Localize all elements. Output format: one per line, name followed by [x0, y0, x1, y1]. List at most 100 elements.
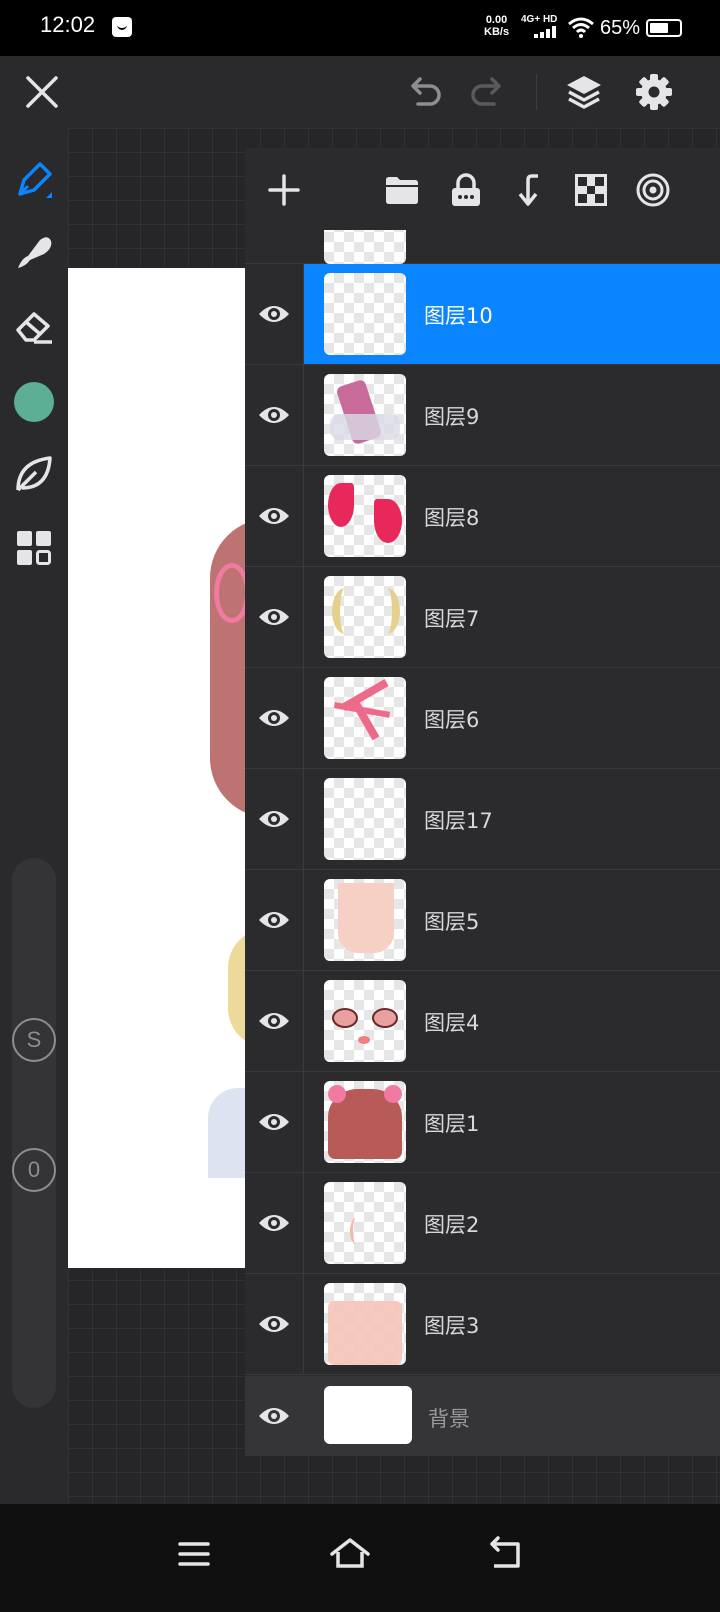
brush-icon[interactable] [14, 160, 54, 200]
layer-name: 图层5 [424, 910, 480, 934]
visibility-cell [245, 1072, 304, 1172]
layer-row[interactable]: 图层6 [245, 668, 720, 769]
artboard[interactable] [68, 268, 268, 1268]
visibility-cell [245, 1173, 304, 1273]
layer-thumbnail [324, 778, 406, 860]
tool-rail: S 0 [0, 128, 68, 1504]
layer-thumbnail [324, 1182, 406, 1264]
layer-thumbnail [324, 879, 406, 961]
target-icon[interactable] [635, 172, 671, 208]
visibility-cell [245, 264, 304, 364]
layer-name: 图层4 [424, 1011, 480, 1035]
add-icon[interactable] [266, 172, 302, 208]
status-time: 12:02 [40, 12, 96, 37]
status-bar: 12:02 0.00 KB/s 4G+ HD 65% [0, 0, 720, 56]
layer-row[interactable]: 图层2 [245, 1173, 720, 1274]
layer-thumbnail [324, 1283, 406, 1365]
layer-name: 图层1 [424, 1112, 480, 1136]
layer-name: 图层9 [424, 405, 480, 429]
eye-icon[interactable] [257, 300, 291, 328]
back-icon[interactable] [484, 1532, 528, 1576]
menu-icon[interactable] [172, 1532, 216, 1576]
layer-name: 图层10 [424, 304, 493, 328]
layers-icon[interactable] [564, 72, 604, 112]
panel-pointer [575, 118, 595, 128]
checker-icon[interactable] [573, 172, 609, 208]
top-toolbar [0, 56, 720, 128]
smudge-icon[interactable] [14, 232, 54, 272]
visibility-cell [245, 870, 304, 970]
opacity-badge[interactable]: 0 [12, 1148, 56, 1192]
eraser-icon[interactable] [14, 306, 54, 346]
layers-toolbar [245, 148, 720, 230]
layer-row[interactable]: 图层3 [245, 1274, 720, 1375]
layer-row[interactable]: 图层10 [245, 264, 720, 365]
eye-icon[interactable] [257, 805, 291, 833]
eye-icon[interactable] [257, 1209, 291, 1237]
eye-icon[interactable] [257, 401, 291, 429]
visibility-cell [245, 769, 304, 869]
layer-thumbnail [324, 1081, 406, 1163]
brush-size-badge[interactable]: S [12, 1018, 56, 1062]
leaf-icon[interactable] [14, 454, 54, 494]
network-speed: 0.00 KB/s [484, 14, 509, 38]
eye-icon[interactable] [257, 603, 291, 631]
grid-icon[interactable] [14, 528, 54, 568]
layer-thumbnail [324, 980, 406, 1062]
gear-icon[interactable] [634, 72, 674, 112]
layer-name: 图层6 [424, 708, 480, 732]
folder-icon[interactable] [384, 172, 420, 208]
layer-thumbnail [324, 374, 406, 456]
wifi-icon [568, 17, 594, 38]
eye-icon[interactable] [257, 1310, 291, 1338]
merge-down-icon[interactable] [512, 172, 548, 208]
undo-icon[interactable] [404, 72, 444, 112]
network-speed-value: 0.00 [485, 14, 508, 26]
eye-icon[interactable] [257, 1402, 291, 1430]
layers-panel: 图层10 图层9 图层8 图层7 图层6 图层17 图层5 图层4 图层1 图层2 图层3 背景 [245, 148, 720, 1456]
layer-row-partial[interactable] [245, 230, 720, 264]
layer-name: 图层17 [424, 809, 493, 833]
color-swatch[interactable] [14, 382, 54, 422]
layer-row[interactable]: 图层7 [245, 567, 720, 668]
visibility-cell [245, 668, 304, 768]
background-layer-name: 背景 [428, 1407, 470, 1431]
network-type: 4G+ HD [521, 14, 558, 25]
layer-thumbnail [324, 1386, 412, 1444]
layer-row[interactable]: 图层9 [245, 365, 720, 466]
layer-row[interactable]: 图层17 [245, 769, 720, 870]
lock-icon[interactable] [448, 172, 484, 208]
layer-row[interactable]: 图层8 [245, 466, 720, 567]
visibility-cell [245, 1274, 304, 1374]
layer-list[interactable]: 图层10 图层9 图层8 图层7 图层6 图层17 图层5 图层4 图层1 图层2 图层3 [245, 230, 720, 1376]
layer-thumbnail [324, 230, 406, 264]
layer-name: 图层3 [424, 1314, 480, 1338]
layer-name: 图层8 [424, 506, 480, 530]
eye-icon[interactable] [257, 502, 291, 530]
layer-row[interactable]: 图层1 [245, 1072, 720, 1173]
visibility-cell [245, 971, 304, 1071]
layer-row[interactable]: 图层5 [245, 870, 720, 971]
size-slider-track[interactable] [12, 858, 56, 1408]
layer-thumbnail [324, 576, 406, 658]
close-icon[interactable] [22, 72, 62, 112]
redo-icon[interactable] [468, 72, 508, 112]
layer-name: 图层2 [424, 1213, 480, 1237]
toolbar-divider [536, 74, 537, 110]
visibility-cell [245, 365, 304, 465]
layer-thumbnail [324, 475, 406, 557]
home-icon[interactable] [328, 1532, 372, 1576]
network-speed-unit: KB/s [484, 26, 510, 38]
battery-percent: 65% [600, 17, 641, 39]
signal-icon [534, 26, 556, 38]
layer-thumbnail [324, 677, 406, 759]
eye-icon[interactable] [257, 906, 291, 934]
layer-row[interactable]: 图层4 [245, 971, 720, 1072]
visibility-cell [245, 567, 304, 667]
eye-icon[interactable] [257, 1108, 291, 1136]
background-layer-row[interactable]: 背景 [245, 1376, 720, 1456]
eye-icon[interactable] [257, 1007, 291, 1035]
navigation-bar [0, 1504, 720, 1612]
layer-name: 图层7 [424, 607, 480, 631]
eye-icon[interactable] [257, 704, 291, 732]
